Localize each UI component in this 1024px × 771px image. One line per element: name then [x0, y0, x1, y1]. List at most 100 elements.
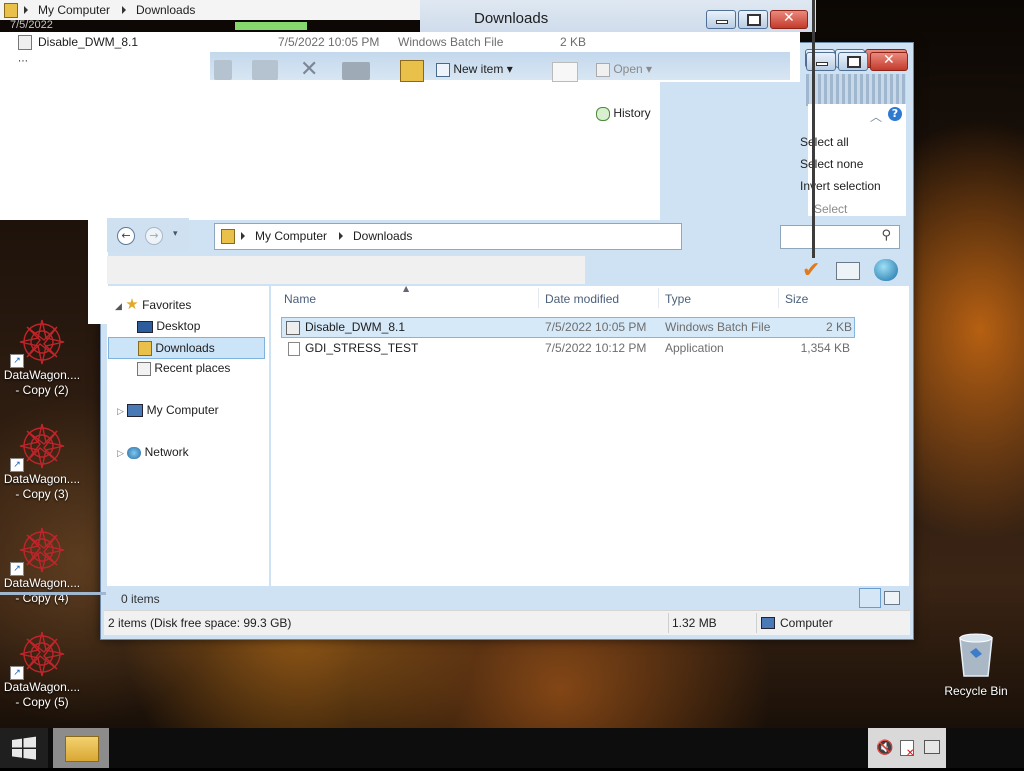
back-icon[interactable]: ← — [117, 227, 135, 245]
taskbar-file-explorer[interactable] — [53, 728, 109, 768]
recycle-bin[interactable]: Recycle Bin — [940, 632, 1012, 698]
details-view-icon[interactable] — [859, 588, 881, 608]
close-icon: ✕ — [783, 10, 795, 26]
taskbar: 🔇 ✕ — [0, 728, 1024, 768]
ghost-maximize-button[interactable] — [738, 10, 768, 29]
expand-arrow-icon: ◢ — [115, 301, 122, 311]
search-box[interactable]: ⚲ — [780, 225, 900, 249]
nav-item-label: Desktop — [156, 319, 201, 333]
folder-icon — [4, 3, 18, 18]
network-label: Network — [144, 445, 189, 459]
column-header-size[interactable]: Size — [785, 292, 808, 306]
nav-item-downloads[interactable]: Downloads — [108, 337, 265, 359]
history-icon — [596, 106, 610, 121]
ghost-file-size: 2 KB — [560, 35, 587, 49]
minimize-icon — [816, 62, 828, 66]
fractal-icon: ↗ — [10, 422, 66, 472]
new-folder-icon[interactable] — [400, 60, 424, 82]
new-item-button[interactable]: New item ▾ — [436, 62, 513, 77]
fractal-icon: ↗ — [10, 526, 66, 576]
open-button[interactable]: Open ▾ — [596, 62, 652, 77]
delete-icon[interactable]: ✕ — [300, 59, 326, 81]
batch-file-icon — [286, 321, 300, 335]
close-icon: ✕ — [883, 52, 895, 68]
ghost-close-button[interactable]: ✕ — [770, 10, 808, 29]
column-header-name[interactable]: Name — [284, 292, 316, 306]
globe-icon[interactable] — [874, 259, 898, 281]
breadcrumb-root[interactable]: My Computer — [255, 229, 327, 243]
column-divider[interactable] — [778, 288, 779, 308]
nav-item-desktop[interactable]: Desktop — [137, 316, 200, 336]
batch-file-icon — [18, 35, 32, 50]
downloads-icon — [138, 341, 152, 357]
desktop-shortcut-label: DataWagon.... — [3, 680, 81, 694]
status-size: 1.32 MB — [672, 616, 717, 630]
status-location: Computer — [780, 616, 833, 630]
rename-icon[interactable] — [342, 62, 370, 80]
new-item-icon — [436, 62, 450, 77]
nav-item-label: Downloads — [155, 341, 215, 355]
paste-icon[interactable] — [252, 60, 278, 80]
window-title: Downloads — [474, 10, 549, 27]
new-item-label: New item — [453, 62, 504, 76]
copy-icon[interactable] — [214, 60, 232, 80]
ghost-line — [0, 592, 106, 595]
history-label: History — [613, 106, 651, 120]
nav-buttons: ← → ▾ — [107, 218, 189, 252]
properties-icon[interactable] — [552, 62, 578, 82]
computer-node[interactable]: ▷ My Computer — [117, 400, 219, 420]
recent-pages-chevron-icon[interactable]: ▾ — [173, 229, 178, 239]
column-divider[interactable] — [658, 288, 659, 308]
start-button[interactable] — [0, 728, 48, 768]
column-header-date[interactable]: Date modified — [545, 292, 619, 306]
items-count: 0 items — [121, 592, 160, 606]
desktop-shortcut-copy-5[interactable]: ↗ DataWagon.... - Copy (5) — [0, 630, 84, 710]
ghost-breadcrumb-root: My Computer — [38, 3, 111, 17]
window-maximize-button[interactable] — [838, 52, 868, 71]
file-size: 1,354 KB — [800, 341, 850, 355]
file-date: 7/5/2022 10:12 PM — [545, 341, 647, 355]
network-node[interactable]: ▷ Network — [117, 442, 189, 462]
ribbon-collapse-chevron-icon[interactable]: ︿ — [870, 108, 882, 125]
shortcut-arrow-icon: ↗ — [10, 458, 24, 472]
status-divider — [668, 613, 669, 633]
file-date: 7/5/2022 10:05 PM — [545, 320, 647, 334]
file-name: GDI_STRESS_TEST — [305, 341, 419, 355]
sort-indicator-icon: ▲ — [403, 284, 410, 293]
ghost-minimize-button[interactable] — [706, 10, 736, 29]
status-summary: 2 items (Disk free space: 99.3 GB) — [108, 616, 292, 630]
window-close-button[interactable]: ✕ — [870, 52, 908, 71]
favorites-label: Favorites — [142, 298, 192, 312]
file-type: Application — [665, 341, 724, 355]
open-icon — [596, 62, 610, 77]
address-bar[interactable]: My Computer Downloads — [214, 223, 682, 250]
file-row[interactable]: GDI_STRESS_TEST 7/5/2022 10:12 PM Applic… — [281, 339, 853, 358]
window-minimize-button[interactable] — [806, 52, 836, 71]
favorites-node[interactable]: ◢ ★ Favorites — [115, 295, 191, 315]
forward-icon[interactable]: → — [145, 227, 163, 245]
file-row[interactable]: Disable_DWM_8.1 7/5/2022 10:05 PM Window… — [281, 317, 855, 338]
ghost-address-strip: My Computer Downloads — [0, 0, 420, 20]
ghost-file-row[interactable]: Disable_DWM_8.1 7/5/2022 10:05 PM Window… — [14, 32, 654, 52]
network-tray-icon[interactable] — [924, 740, 940, 754]
desktop-shortcut-copy-3[interactable]: ↗ DataWagon.... - Copy (3) — [0, 422, 84, 502]
breadcrumb-separator-icon — [241, 232, 245, 240]
desktop-shortcut-copy-2[interactable]: ↗ DataWagon.... - Copy (2) — [0, 318, 84, 398]
ghost-ribbon-body — [0, 70, 660, 220]
breadcrumb-current[interactable]: Downloads — [353, 229, 412, 243]
breadcrumb-separator-icon — [122, 6, 126, 14]
large-icons-view-icon[interactable] — [884, 591, 900, 605]
nav-item-recent[interactable]: Recent places — [137, 358, 230, 378]
preview-pane-icon[interactable] — [836, 262, 860, 280]
help-icon[interactable]: ? — [888, 107, 902, 121]
expand-arrow-icon: ▷ — [117, 448, 124, 458]
volume-muted-icon[interactable]: 🔇 — [876, 740, 893, 756]
checkmark-icon[interactable]: ✔ — [802, 258, 820, 283]
desktop-shortcut-label: - Copy (5) — [15, 695, 69, 709]
history-button[interactable]: History — [596, 106, 651, 121]
desktop-shortcut-label: - Copy (2) — [15, 383, 69, 397]
expand-arrow-icon: ▷ — [117, 406, 124, 416]
column-divider[interactable] — [538, 288, 539, 308]
column-header-type[interactable]: Type — [665, 292, 691, 306]
status-bar: 2 items (Disk free space: 99.3 GB) 1.32 … — [104, 610, 910, 635]
